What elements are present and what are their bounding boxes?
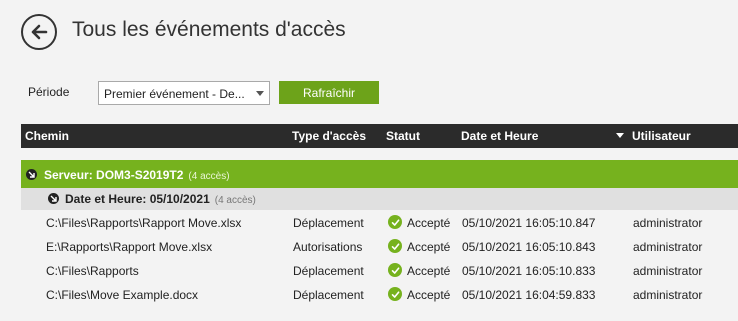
cell-status: Accepté: [407, 240, 451, 254]
cell-access-type: Autorisations: [293, 240, 363, 254]
grid-spacer: [21, 148, 738, 160]
date-group-label: Date et Heure: 05/10/2021: [65, 192, 210, 206]
column-header-user[interactable]: Utilisateur: [632, 129, 691, 143]
table-row[interactable]: C:\Files\Rapports\Rapport Move.xlsx Dépl…: [21, 210, 738, 234]
table-row[interactable]: C:\Files\Move Example.docx Déplacement A…: [21, 282, 738, 306]
cell-datetime: 05/10/2021 16:05:10.833: [462, 264, 596, 278]
cell-user: administrator: [633, 288, 703, 302]
check-circle-icon: [388, 239, 402, 253]
period-label: Période: [28, 85, 70, 99]
chevron-down-icon: [256, 91, 264, 96]
period-select[interactable]: Premier événement - De...: [98, 81, 270, 105]
grid-header: Chemin Type d'accès Statut Date et Heure…: [21, 124, 738, 148]
cell-user: administrator: [633, 240, 703, 254]
cell-path: C:\Files\Rapports\Rapport Move.xlsx: [46, 216, 242, 230]
column-header-path[interactable]: Chemin: [25, 129, 69, 143]
server-group-count: (4 accès): [188, 171, 230, 182]
back-button[interactable]: [21, 14, 57, 50]
cell-datetime: 05/10/2021 16:05:10.847: [462, 216, 596, 230]
table-row[interactable]: E:\Rapports\Rapport Move.xlsx Autorisati…: [21, 234, 738, 258]
check-circle-icon: [388, 263, 402, 277]
cell-path: E:\Rapports\Rapport Move.xlsx: [46, 240, 213, 254]
cell-user: administrator: [633, 216, 703, 230]
server-group-label: Serveur: DOM3-S2019T2: [44, 168, 184, 182]
cell-user: administrator: [633, 264, 703, 278]
cell-status: Accepté: [407, 288, 451, 302]
column-header-status[interactable]: Statut: [386, 129, 420, 143]
period-select-value: Premier événement - De...: [104, 87, 245, 101]
cell-status: Accepté: [407, 216, 451, 230]
table-row[interactable]: C:\Files\Rapports Déplacement Accepté 05…: [21, 258, 738, 282]
arrow-left-icon: [31, 24, 48, 40]
page-title: Tous les événements d'accès: [72, 18, 346, 41]
filter-bar: Période Premier événement - De... Rafraî…: [21, 80, 738, 110]
cell-path: C:\Files\Move Example.docx: [46, 288, 199, 302]
cell-access-type: Déplacement: [293, 288, 364, 302]
cell-status: Accepté: [407, 264, 451, 278]
group-row-server[interactable]: Serveur: DOM3-S2019T2 (4 accès): [21, 160, 738, 188]
cell-path: C:\Files\Rapports: [46, 264, 139, 278]
events-grid: Chemin Type d'accès Statut Date et Heure…: [21, 124, 738, 306]
cell-datetime: 05/10/2021 16:05:10.843: [462, 240, 596, 254]
group-row-date[interactable]: Date et Heure: 05/10/2021 (4 accès): [21, 188, 738, 210]
refresh-button[interactable]: Rafraîchir: [279, 81, 379, 104]
cell-access-type: Déplacement: [293, 216, 364, 230]
date-group-count: (4 accès): [214, 195, 256, 206]
check-circle-icon: [388, 287, 402, 301]
collapse-icon[interactable]: [48, 193, 59, 204]
column-header-access-type[interactable]: Type d'accès: [292, 129, 366, 143]
collapse-icon[interactable]: [26, 169, 37, 180]
check-circle-icon: [388, 215, 402, 229]
grid-rows: C:\Files\Rapports\Rapport Move.xlsx Dépl…: [21, 210, 738, 306]
cell-datetime: 05/10/2021 16:04:59.833: [462, 288, 596, 302]
cell-access-type: Déplacement: [293, 264, 364, 278]
page-header: Tous les événements d'accès: [0, 0, 738, 70]
sort-descending-icon[interactable]: [616, 133, 624, 138]
column-header-datetime[interactable]: Date et Heure: [461, 129, 538, 143]
